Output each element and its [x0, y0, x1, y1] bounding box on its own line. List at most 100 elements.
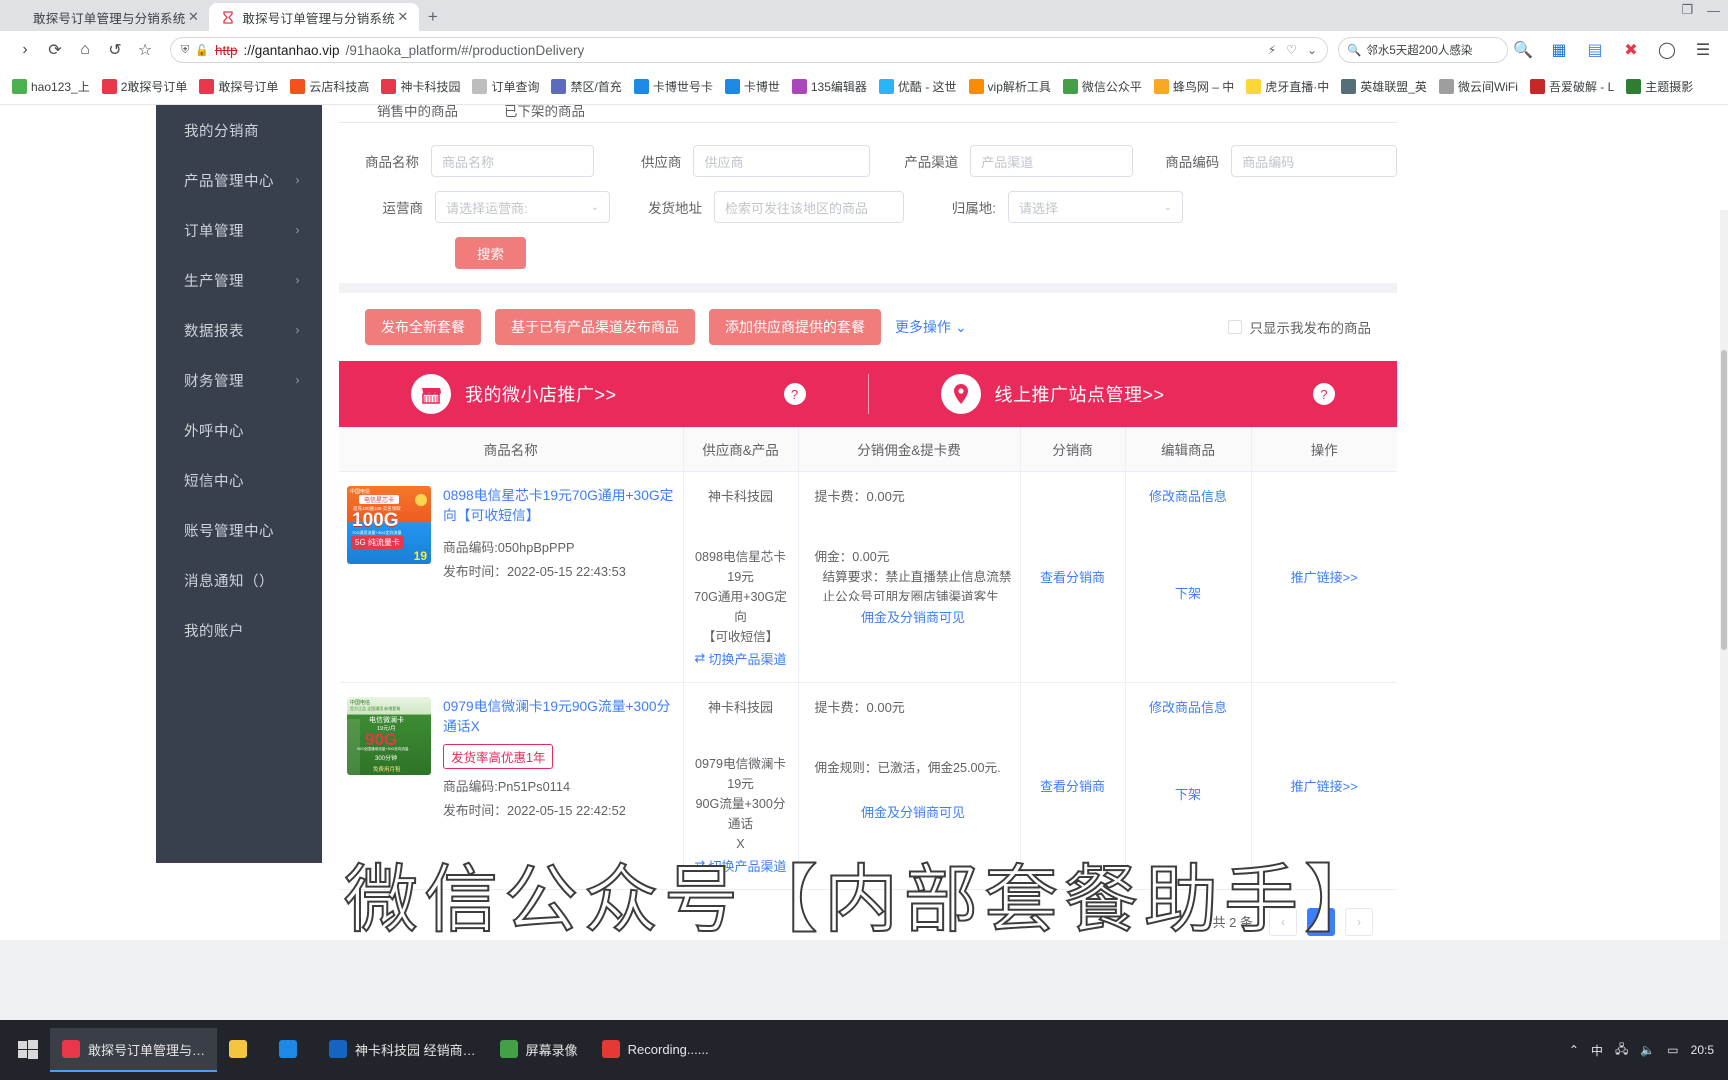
sidebar-item-9[interactable]: 消息通知（） — [156, 555, 322, 605]
publish-from-channel-button[interactable]: 基于已有产品渠道发布商品 — [495, 309, 695, 345]
home-icon[interactable]: ⌂ — [70, 35, 100, 65]
apps-grid-icon[interactable]: ▦ — [1544, 35, 1574, 65]
bookmark-item[interactable]: 微信公众平 — [1057, 75, 1148, 99]
bookmark-item[interactable]: 主题摄影 — [1620, 75, 1699, 99]
search-go-icon[interactable]: 🔍 — [1508, 35, 1538, 65]
bookmark-item[interactable]: 卡博世号卡 — [628, 75, 719, 99]
windows-icon[interactable] — [6, 1028, 50, 1072]
sidebar-item-2[interactable]: 订单管理 › — [156, 205, 322, 255]
edit-product-link[interactable]: 修改商品信息 — [1134, 697, 1243, 716]
tab-selling-products[interactable]: 销售中的商品 — [377, 105, 458, 122]
input-shipping-address[interactable]: 检索可发往该地区的商品 — [714, 191, 904, 223]
bookmark-item[interactable]: 优酷 - 这世 — [873, 75, 963, 99]
bookmark-item[interactable]: 2敢探号订单 — [96, 75, 194, 99]
switch-channel-link[interactable]: ⇄ 切换产品渠道 — [695, 856, 787, 875]
bookmark-star-icon[interactable]: ☆ — [130, 35, 160, 65]
offshelf-link[interactable]: 下架 — [1134, 583, 1243, 602]
help-icon[interactable]: ? — [783, 383, 806, 405]
new-tab-button[interactable]: + — [419, 3, 447, 31]
taskbar-item-0[interactable]: 敢探号订单管理与… — [50, 1028, 218, 1072]
input-product-code[interactable]: 商品编码 — [1231, 145, 1397, 177]
bookmark-item[interactable]: 敢探号订单 — [193, 75, 284, 99]
taskbar-item-4[interactable]: 屏幕录像 — [488, 1028, 590, 1072]
taskbar-item-5[interactable]: Recording...... — [590, 1028, 721, 1072]
bookmark-item[interactable]: vip解析工具 — [963, 75, 1057, 99]
product-name-link[interactable]: 0979电信微澜卡19元90G流量+300分通话X — [443, 697, 675, 737]
select-operator[interactable]: 请选择运营商: ⌄ — [435, 191, 610, 223]
add-supplier-package-button[interactable]: 添加供应商提供的套餐 — [709, 309, 881, 345]
view-distributors-link[interactable]: 查看分销商 — [1029, 567, 1117, 586]
taskbar-item-2[interactable] — [267, 1028, 317, 1072]
sidebar-item-0[interactable]: 我的分销商 — [156, 105, 322, 155]
edit-product-link[interactable]: 修改商品信息 — [1134, 486, 1243, 505]
promo-link[interactable]: 推广链接>> — [1260, 567, 1390, 586]
commission-visibility-link[interactable]: 佣金及分销商可见 — [815, 802, 1012, 821]
lightning-icon[interactable]: ⚡ — [1268, 43, 1276, 57]
battery-icon[interactable]: ▭ — [1667, 1043, 1678, 1057]
checkbox-only-mine[interactable] — [1227, 320, 1242, 334]
bookmark-item[interactable]: 神卡科技园 — [375, 75, 466, 99]
tab-offshelf-products[interactable]: 已下架的商品 — [504, 105, 585, 122]
switch-channel-link[interactable]: ⇄ 切换产品渠道 — [695, 649, 787, 668]
input-product-name[interactable]: 商品名称 — [431, 145, 594, 177]
bookmark-item[interactable]: 订单查询 — [466, 75, 545, 99]
bookmark-item[interactable]: 蜂鸟网 – 中 — [1148, 75, 1240, 99]
chevron-up-icon[interactable]: ⌃ — [1569, 1043, 1579, 1057]
reload-icon[interactable]: ⟳ — [40, 35, 70, 65]
history-icon[interactable]: ↺ — [100, 35, 130, 65]
bookmark-item[interactable]: 微云间WiFi — [1433, 75, 1524, 99]
user-avatar-icon[interactable]: ◯ — [1652, 35, 1682, 65]
menu-icon[interactable]: ☰ — [1688, 35, 1718, 65]
product-name-link[interactable]: 0898电信星芯卡19元70G通用+30G定向【可收短信】 — [443, 486, 675, 526]
bookmark-item[interactable]: 禁区/首充 — [545, 75, 627, 99]
promo-my-microshop[interactable]: 我的微小店推广>> ? — [339, 374, 868, 414]
bookmark-item[interactable]: 英雄联盟_英 — [1335, 75, 1433, 99]
offshelf-link[interactable]: 下架 — [1134, 784, 1243, 803]
prev-page-button[interactable]: ‹ — [1269, 907, 1297, 936]
page-1-button[interactable]: 1 — [1307, 907, 1335, 936]
scrollbar-thumb[interactable] — [1721, 350, 1727, 650]
select-region[interactable]: 请选择 ⌄ — [1008, 191, 1183, 223]
browser-tab-1[interactable]: 敢探号订单管理与分销系统 ✕ — [0, 3, 209, 31]
page-scrollbar[interactable] — [1720, 210, 1728, 940]
chevron-down-icon[interactable]: ⌄ — [1307, 43, 1317, 57]
taskbar-item-3[interactable]: 神卡科技园 经销商… — [317, 1028, 488, 1072]
promo-link[interactable]: 推广链接>> — [1260, 776, 1390, 795]
forward-icon[interactable]: › — [10, 35, 40, 65]
sidebar-item-3[interactable]: 生产管理 › — [156, 255, 322, 305]
sidebar-item-1[interactable]: 产品管理中心 › — [156, 155, 322, 205]
sidebar-item-4[interactable]: 数据报表 › — [156, 305, 322, 355]
clock[interactable]: 20:5 — [1691, 1043, 1714, 1057]
sidebar-item-5[interactable]: 财务管理 › — [156, 355, 322, 405]
favorite-icon[interactable]: ♡ — [1286, 43, 1297, 57]
restore-icon[interactable]: ❐ — [1681, 2, 1693, 18]
minimize-icon[interactable]: — — [1707, 3, 1720, 18]
bookmark-item[interactable]: hao123_上 — [6, 75, 96, 99]
bookmark-item[interactable]: 135编辑器 — [786, 75, 873, 99]
extension-icon[interactable]: ▤ — [1580, 35, 1610, 65]
input-supplier[interactable]: 供应商 — [693, 145, 871, 177]
taskbar-item-1[interactable] — [217, 1028, 267, 1072]
promo-online-sites[interactable]: 线上推广站点管理>> ? — [869, 374, 1398, 414]
view-distributors-link[interactable]: 查看分销商 — [1029, 776, 1117, 795]
network-icon[interactable]: 🖧 — [1615, 1040, 1628, 1061]
bookmark-item[interactable]: 吾爱破解 - L — [1524, 75, 1620, 99]
only-my-products-filter[interactable]: 只显示我发布的商品 — [1227, 317, 1371, 337]
help-icon[interactable]: ? — [1313, 383, 1335, 405]
close-icon[interactable]: ✕ — [185, 9, 201, 25]
browser-tab-2[interactable]: 敢探号订单管理与分销系统 ✕ — [209, 3, 419, 31]
publish-new-package-button[interactable]: 发布全新套餐 — [365, 309, 481, 345]
input-product-channel[interactable]: 产品渠道 — [970, 145, 1134, 177]
commission-visibility-link[interactable]: 佣金及分销商可见 — [815, 607, 1012, 626]
bookmark-item[interactable]: 卡博世 — [719, 75, 786, 99]
bookmark-item[interactable]: 云店科技高 — [284, 75, 375, 99]
sidebar-item-7[interactable]: 短信中心 — [156, 455, 322, 505]
address-bar[interactable]: ⛨ 🔓 http://gantanhao.vip/91haoka_platfor… — [170, 37, 1328, 63]
sidebar-item-8[interactable]: 账号管理中心 — [156, 505, 322, 555]
bookmark-item[interactable]: 虎牙直播·中 — [1240, 75, 1335, 99]
block-icon[interactable]: ✖ — [1616, 35, 1646, 65]
search-input[interactable]: 🔍 邻水5天超200人感染 — [1338, 37, 1508, 63]
sidebar-item-6[interactable]: 外呼中心 — [156, 405, 322, 455]
more-operations-dropdown[interactable]: 更多操作 ⌄ — [895, 317, 967, 337]
next-page-button[interactable]: › — [1345, 907, 1373, 936]
